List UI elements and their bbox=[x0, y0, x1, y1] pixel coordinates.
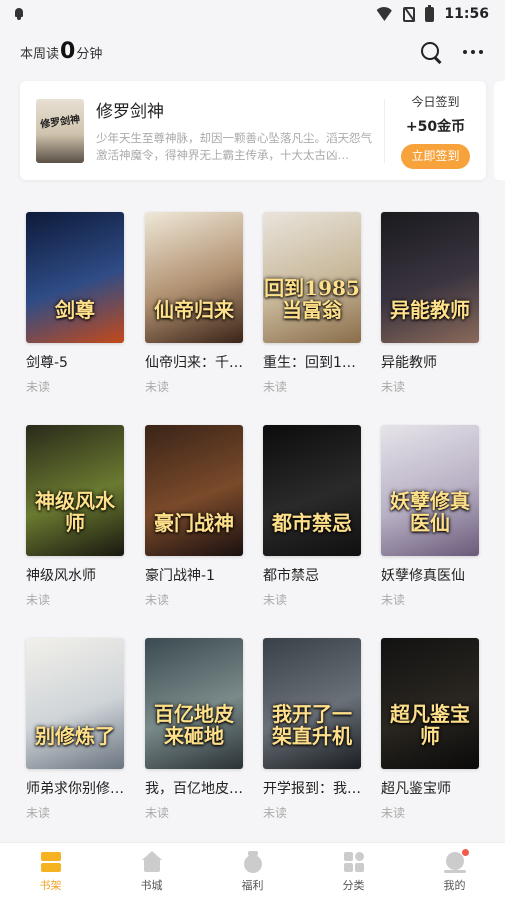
book-read-status: 未读 bbox=[381, 593, 406, 607]
next-card-peek[interactable] bbox=[494, 81, 505, 180]
book-title[interactable]: 神级风水师 bbox=[26, 565, 124, 585]
tab-bookstore[interactable]: 书城 bbox=[101, 843, 202, 900]
book-cover[interactable]: 妖孽修真医仙 bbox=[381, 425, 479, 556]
read-minutes: 0 bbox=[60, 39, 76, 64]
book-cover[interactable]: 回到1985当富翁 bbox=[263, 212, 361, 343]
book-read-status: 未读 bbox=[145, 806, 170, 820]
bookstore-icon bbox=[141, 850, 163, 873]
book-cover[interactable]: 神级风水师 bbox=[26, 425, 124, 556]
book-cover-title: 神级风水师 bbox=[35, 489, 115, 535]
recommend-card[interactable]: 修罗剑神 修罗剑神 少年天生至尊神脉，却因一颗善心坠落凡尘。滔天怨气激活神魔令，… bbox=[20, 81, 486, 180]
book-cover-title: 仙帝归来 bbox=[154, 298, 234, 322]
book-read-status: 未读 bbox=[145, 380, 170, 394]
recommend-title[interactable]: 修罗剑神 bbox=[96, 97, 374, 122]
tab-category[interactable]: 分类 bbox=[303, 843, 404, 900]
category-icon bbox=[343, 851, 365, 873]
book-cover[interactable]: 异能教师 bbox=[381, 212, 479, 343]
book-read-status: 未读 bbox=[263, 806, 288, 820]
book-item[interactable]: 剑尊剑尊-5 未读 bbox=[26, 212, 124, 395]
book-title[interactable]: 超凡鉴宝师 bbox=[381, 778, 479, 798]
tab-label: 分类 bbox=[342, 878, 365, 892]
more-icon[interactable] bbox=[461, 40, 485, 64]
book-title[interactable]: 豪门战神-1 bbox=[145, 565, 243, 585]
book-cover-title: 都市禁忌 bbox=[272, 511, 352, 535]
book-cover[interactable]: 都市禁忌 bbox=[263, 425, 361, 556]
checkin-button[interactable]: 立即签到 bbox=[401, 143, 470, 169]
book-title[interactable]: 师弟求你别修… bbox=[26, 778, 124, 798]
book-title[interactable]: 都市禁忌 bbox=[263, 565, 361, 585]
notification-icon bbox=[14, 8, 24, 20]
tab-label: 书城 bbox=[140, 878, 163, 892]
book-cover-title: 超凡鉴宝师 bbox=[390, 702, 470, 748]
book-cover[interactable]: 剑尊 bbox=[26, 212, 124, 343]
book-item[interactable]: 回到1985当富翁重生：回到19… 未读 bbox=[263, 212, 361, 395]
book-read-status: 未读 bbox=[381, 380, 406, 394]
book-cover-title: 妖孽修真医仙 bbox=[390, 489, 470, 535]
tab-profile[interactable]: 我的 bbox=[404, 843, 505, 900]
book-item[interactable]: 别修炼了师弟求你别修… 未读 bbox=[26, 638, 124, 821]
book-cover[interactable]: 百亿地皮来砸地 bbox=[145, 638, 243, 769]
book-read-status: 未读 bbox=[145, 593, 170, 607]
recommend-cover-title: 修罗剑神 bbox=[39, 113, 81, 131]
tab-label: 我的 bbox=[443, 878, 466, 892]
book-title[interactable]: 我，百亿地皮… bbox=[145, 778, 243, 798]
book-cover[interactable]: 豪门战神 bbox=[145, 425, 243, 556]
bottom-nav: 书架 书城 福利 分类 我的 bbox=[0, 842, 505, 900]
book-read-status: 未读 bbox=[381, 806, 406, 820]
clock: 11:56 bbox=[444, 6, 489, 22]
book-cover[interactable]: 我开了一架直升机 bbox=[263, 638, 361, 769]
no-sim-icon bbox=[403, 6, 416, 22]
battery-icon bbox=[425, 4, 435, 22]
checkin-panel: 今日签到 +50金币 立即签到 bbox=[385, 93, 486, 169]
book-cover-title: 异能教师 bbox=[390, 298, 470, 322]
book-cover-title: 别修炼了 bbox=[35, 724, 115, 748]
book-title[interactable]: 重生：回到19… bbox=[263, 352, 361, 372]
book-item[interactable]: 妖孽修真医仙 妖孽修真医仙 未读 bbox=[381, 425, 479, 608]
book-title[interactable]: 异能教师 bbox=[381, 352, 479, 372]
book-read-status: 未读 bbox=[26, 806, 51, 820]
book-cover-title: 回到1985当富翁 bbox=[264, 276, 360, 322]
book-item[interactable]: 百亿地皮来砸地我，百亿地皮… 未读 bbox=[145, 638, 243, 821]
book-cover-title: 我开了一架直升机 bbox=[272, 702, 352, 748]
tab-label: 书架 bbox=[39, 878, 62, 892]
book-cover[interactable]: 仙帝归来 bbox=[145, 212, 243, 343]
book-title[interactable]: 妖孽修真医仙 bbox=[381, 565, 479, 585]
read-suffix: 分钟 bbox=[76, 47, 103, 62]
book-cover[interactable]: 别修炼了 bbox=[26, 638, 124, 769]
book-title[interactable]: 仙帝归来：千… bbox=[145, 352, 243, 372]
book-item[interactable]: 我开了一架直升机开学报到：我… 未读 bbox=[263, 638, 361, 821]
tab-label: 福利 bbox=[241, 878, 264, 892]
recommend-description: 少年天生至尊神脉，却因一颗善心坠落凡尘。滔天怨气激活神魔令，得神界无上霸主传承，… bbox=[96, 131, 372, 162]
book-cover-title: 剑尊 bbox=[55, 298, 95, 322]
book-title[interactable]: 剑尊-5 bbox=[26, 352, 124, 372]
book-item[interactable]: 都市禁忌 都市禁忌 未读 bbox=[263, 425, 361, 608]
book-item[interactable]: 豪门战神豪门战神-1 未读 bbox=[145, 425, 243, 608]
search-icon[interactable] bbox=[419, 40, 443, 64]
tab-bookshelf[interactable]: 书架 bbox=[0, 843, 101, 900]
book-item[interactable]: 异能教师 异能教师 未读 bbox=[381, 212, 479, 395]
book-item[interactable]: 仙帝归来仙帝归来：千… 未读 bbox=[145, 212, 243, 395]
notification-badge bbox=[462, 849, 469, 856]
checkin-reward: +50金币 bbox=[405, 118, 466, 135]
wifi-icon bbox=[375, 7, 393, 21]
weekly-reading-stat: 本周读 0 分钟 bbox=[20, 41, 102, 63]
book-read-status: 未读 bbox=[26, 593, 51, 607]
status-bar: 11:56 bbox=[0, 0, 505, 28]
recommend-cover[interactable]: 修罗剑神 bbox=[36, 98, 84, 163]
book-read-status: 未读 bbox=[263, 593, 288, 607]
book-cover-title: 百亿地皮来砸地 bbox=[154, 702, 234, 748]
book-cover-title: 豪门战神 bbox=[154, 511, 234, 535]
checkin-label: 今日签到 bbox=[411, 94, 460, 109]
tab-welfare[interactable]: 福利 bbox=[202, 843, 303, 900]
book-read-status: 未读 bbox=[263, 380, 288, 394]
welfare-icon bbox=[242, 850, 264, 873]
read-prefix: 本周读 bbox=[20, 47, 60, 62]
shelf-header: 本周读 0 分钟 bbox=[0, 32, 505, 72]
book-title[interactable]: 开学报到：我… bbox=[263, 778, 361, 798]
bookshelf-icon bbox=[40, 851, 62, 873]
book-item[interactable]: 神级风水师 神级风水师 未读 bbox=[26, 425, 124, 608]
book-item[interactable]: 超凡鉴宝师 超凡鉴宝师 未读 bbox=[381, 638, 479, 821]
book-read-status: 未读 bbox=[26, 380, 51, 394]
book-cover[interactable]: 超凡鉴宝师 bbox=[381, 638, 479, 769]
